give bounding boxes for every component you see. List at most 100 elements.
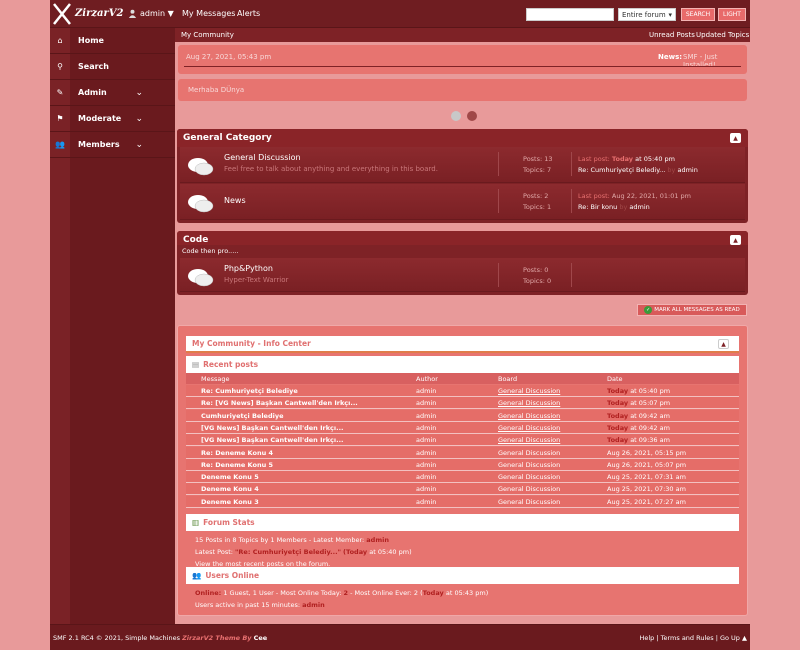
table-row[interactable]: Re: Cumhuriyetçi Belediye admin General Di… [186, 385, 739, 397]
users-online-icon: 👥 [192, 571, 202, 580]
post-board[interactable]: General Discussion [498, 461, 560, 469]
table-row[interactable]: [VG News] Başkan Cantwell'den Irkçı... ad… [186, 421, 739, 434]
post-author[interactable]: admin [416, 412, 436, 420]
collapse-icon[interactable]: ▲ [718, 339, 729, 349]
breadcrumb: My Community Unread Posts Updated Topics [175, 28, 750, 42]
table-row[interactable]: Re: Deneme Konu 4 admin General Discussion… [186, 446, 739, 459]
online-user-link[interactable]: admin [302, 601, 325, 609]
user-menu[interactable]: admin ▼ [128, 9, 174, 18]
info-center-title: My Community - Info Center ▲ [186, 336, 739, 353]
post-subject-link[interactable]: [VG News] Başkan Cantwell'den Irkçı... [201, 436, 344, 444]
post-author[interactable]: admin [416, 449, 436, 457]
post-board[interactable]: General Discussion [498, 412, 560, 420]
sidebar-item-admin[interactable]: ✎ Admin ⌄ [50, 80, 175, 106]
light-theme-button[interactable]: LIGHT [718, 8, 746, 21]
post-subject-link[interactable]: Deneme Konu 5 [201, 473, 259, 481]
board-last-post-subject[interactable]: Re: Bir konu by admin [578, 203, 650, 211]
table-row[interactable]: [VG News] Başkan Cantwell'den Irkçı... ad… [186, 434, 739, 447]
my-messages-link[interactable]: My Messages [182, 9, 235, 18]
post-author[interactable]: admin [416, 424, 436, 432]
users-online-header: 👥 Users Online [186, 567, 739, 584]
forum-stats-header: ▥ Forum Stats [186, 514, 739, 531]
welcome-banner: Merhaba DÜnya [178, 79, 747, 101]
post-subject-link[interactable]: Deneme Konu 4 [201, 485, 259, 493]
recent-posts-title: Recent posts [203, 360, 259, 369]
table-row[interactable]: Re: [VG News] Başkan Cantwell'den Irkçı.… [186, 397, 739, 410]
search-button[interactable]: SEARCH [681, 8, 715, 21]
updated-topics-link[interactable]: Updated Topics [696, 31, 749, 39]
category-title[interactable]: Code [177, 231, 748, 245]
slider-dot-2[interactable] [467, 111, 477, 121]
brand-name[interactable]: ZirzarV2 [75, 8, 124, 19]
post-board[interactable]: General Discussion [498, 473, 560, 481]
post-date: Today at 09:42 am [607, 411, 670, 420]
post-author[interactable]: admin [416, 485, 436, 493]
post-board[interactable]: General Discussion [498, 485, 560, 493]
footer-links[interactable]: Help | Terms and Rules | Go Up ▲ [639, 634, 747, 642]
chevron-down-icon[interactable]: ⌄ [135, 88, 143, 98]
sidebar-item-home[interactable]: ⌂ Home [50, 28, 175, 54]
board-row[interactable]: News Posts: 2 Topics: 1 Last post: Aug 2… [180, 184, 745, 220]
post-subject-link[interactable]: Re: [VG News] Başkan Cantwell'den Irkçı.… [201, 399, 358, 407]
latest-post-link[interactable]: "Re: Cumhuriyetçi Belediy..." [235, 548, 341, 556]
post-author[interactable]: admin [416, 387, 436, 395]
post-board[interactable]: General Discussion [498, 399, 560, 407]
search-scope-select[interactable]: Entire forum ▾ [618, 8, 676, 21]
board-name[interactable]: General Discussion [224, 153, 301, 162]
sidebar-item-members[interactable]: 👥 Members ⌄ [50, 132, 175, 158]
slider-dot-1[interactable] [451, 111, 461, 121]
board-name[interactable]: Php&Python [224, 264, 273, 273]
post-subject-link[interactable]: Re: Deneme Konu 4 [201, 449, 273, 457]
table-row[interactable]: Deneme Konu 4 admin General Discussion Aug… [186, 483, 739, 496]
post-subject-link[interactable]: [VG News] Başkan Cantwell'den Irkçı... [201, 424, 344, 432]
post-board[interactable]: General Discussion [498, 498, 560, 506]
chevron-down-icon[interactable]: ⌄ [135, 114, 143, 124]
table-row[interactable]: Deneme Konu 3 admin General Discussion Aug… [186, 495, 739, 508]
news-label: News: [658, 53, 683, 61]
board-row[interactable]: General Discussion Feel free to talk abo… [180, 147, 745, 183]
collapse-icon[interactable]: ▲ [730, 133, 741, 143]
post-subject-link[interactable]: Re: Deneme Konu 5 [201, 461, 273, 469]
chevron-down-icon[interactable]: ⌄ [135, 140, 143, 150]
board-row[interactable]: Php&Python Hyper-Text Warrior Posts: 0 T… [180, 258, 745, 292]
post-board[interactable]: General Discussion [498, 424, 560, 432]
post-author[interactable]: admin [416, 436, 436, 444]
logo-icon[interactable] [53, 3, 71, 25]
search-input[interactable] [526, 8, 614, 21]
board-topics: Topics: 7 [523, 166, 552, 174]
sidebar-item-search[interactable]: ⚲ Search [50, 54, 175, 80]
post-author[interactable]: admin [416, 498, 436, 506]
post-date: Aug 25, 2021, 07:30 am [607, 485, 686, 494]
post-board[interactable]: General Discussion [498, 449, 560, 457]
alerts-link[interactable]: Alerts [237, 9, 260, 18]
footer-copyright: SMF 2.1 RC4 © 2021, Simple Machines Zirz… [53, 634, 268, 642]
sidebar-item-label: Moderate [78, 114, 122, 123]
collapse-icon[interactable]: ▲ [730, 235, 741, 245]
table-row[interactable]: Cumhuriyetçi Belediye admin General Discus… [186, 409, 739, 422]
post-board[interactable]: General Discussion [498, 387, 560, 395]
recent-posts-header: ▤ Recent posts [186, 356, 739, 373]
breadcrumb-home-link[interactable]: My Community [181, 31, 234, 39]
sidebar-item-moderate[interactable]: ⚑ Moderate ⌄ [50, 106, 175, 132]
latest-member-link[interactable]: admin [366, 536, 389, 544]
forum-stats-title: Forum Stats [203, 518, 255, 527]
post-author[interactable]: admin [416, 399, 436, 407]
post-subject-link[interactable]: Re: Cumhuriyetçi Belediye [201, 387, 298, 395]
board-name[interactable]: News [224, 196, 246, 205]
mark-all-read-button[interactable]: ✓ MARK ALL MESSAGES AS READ [637, 304, 747, 316]
board-last-post-subject[interactable]: Re: Cumhuriyetçi Belediy... by admin [578, 166, 698, 174]
board-posts: Posts: 0 [523, 266, 549, 274]
board-topics: Topics: 0 [523, 277, 552, 285]
post-author[interactable]: admin [416, 473, 436, 481]
post-author[interactable]: admin [416, 461, 436, 469]
post-subject-link[interactable]: Deneme Konu 3 [201, 498, 259, 506]
post-board[interactable]: General Discussion [498, 436, 560, 444]
category-title[interactable]: General Category [177, 129, 748, 147]
table-row[interactable]: Deneme Konu 5 admin General Discussion Aug… [186, 471, 739, 484]
current-date: Aug 27, 2021, 05:43 pm [186, 53, 272, 61]
table-row[interactable]: Re: Deneme Konu 5 admin General Discussion… [186, 458, 739, 471]
users-online-title: Users Online [205, 571, 260, 580]
sidebar-item-label: Admin [78, 88, 107, 97]
unread-posts-link[interactable]: Unread Posts [649, 31, 695, 39]
post-subject-link[interactable]: Cumhuriyetçi Belediye [201, 412, 283, 420]
